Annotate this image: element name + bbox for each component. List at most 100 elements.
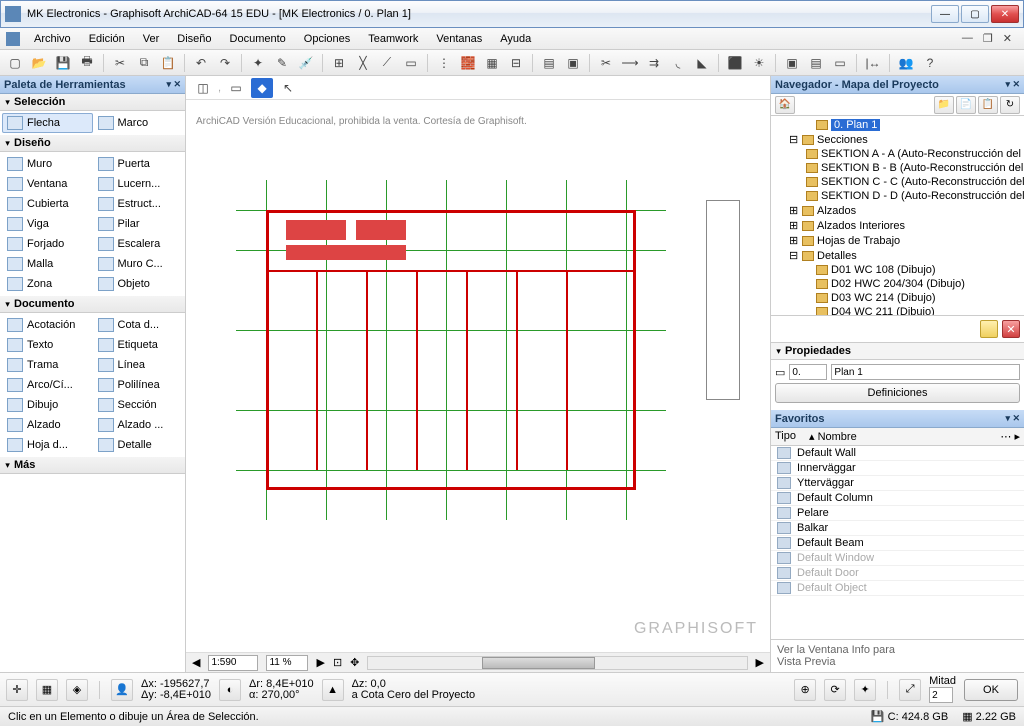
edit-mode-button[interactable]: ◆ bbox=[251, 78, 273, 98]
tool-acotacin[interactable]: Acotación bbox=[2, 315, 93, 335]
tool-flecha[interactable]: Flecha bbox=[2, 113, 93, 133]
nav-publisher[interactable]: 📋 bbox=[978, 96, 998, 114]
tool-forjado[interactable]: Forjado bbox=[2, 234, 93, 254]
favorite-item[interactable]: Default Object bbox=[771, 581, 1024, 596]
menu-ayuda[interactable]: Ayuda bbox=[492, 31, 539, 47]
tool-polilnea[interactable]: Polilínea bbox=[93, 375, 184, 395]
story-button[interactable]: ▤ bbox=[805, 53, 827, 73]
relative-button[interactable]: ⟳ bbox=[824, 679, 846, 701]
constraint-button[interactable]: ⋮ bbox=[433, 53, 455, 73]
tool-arcoc[interactable]: Arco/Cí... bbox=[2, 375, 93, 395]
view-button[interactable]: ▣ bbox=[781, 53, 803, 73]
h-scrollbar[interactable] bbox=[367, 656, 747, 670]
tree-item[interactable]: ⊞Alzados bbox=[775, 203, 1020, 218]
snap-button[interactable]: ⊞ bbox=[328, 53, 350, 73]
tree-item[interactable]: SEKTION B - B (Auto-Reconstrucción del bbox=[775, 161, 1020, 175]
pan-button[interactable]: ✥ bbox=[350, 656, 359, 669]
undo-button[interactable]: ↶ bbox=[190, 53, 212, 73]
expand-icon[interactable]: ⊟ bbox=[789, 249, 799, 262]
menu-teamwork[interactable]: Teamwork bbox=[360, 31, 426, 47]
col-more[interactable]: ⋯ ▸ bbox=[1000, 430, 1020, 443]
tree-item[interactable]: D01 WC 108 (Dibujo) bbox=[775, 263, 1020, 277]
palette-section[interactable]: Selección bbox=[0, 94, 185, 111]
magic-wand-button[interactable]: ✦ bbox=[247, 53, 269, 73]
info-coord-button[interactable]: ✛ bbox=[6, 679, 28, 701]
scroll-right[interactable]: ▶ bbox=[756, 656, 764, 669]
print-button[interactable]: 🖶 bbox=[76, 53, 98, 73]
tree-item[interactable]: ⊟Detalles bbox=[775, 248, 1020, 263]
layer-button[interactable]: ▤ bbox=[538, 53, 560, 73]
favorite-item[interactable]: Default Door bbox=[771, 566, 1024, 581]
3d-button[interactable]: ⬛ bbox=[724, 53, 746, 73]
guide-button[interactable]: ⟋ bbox=[376, 53, 398, 73]
mdi-restore[interactable]: ❐ bbox=[983, 32, 993, 45]
cut-button[interactable]: ✂ bbox=[109, 53, 131, 73]
tool-dibujo[interactable]: Dibujo bbox=[2, 395, 93, 415]
tool-objeto[interactable]: Objeto bbox=[93, 274, 184, 294]
favorite-item[interactable]: Default Wall bbox=[771, 446, 1024, 461]
navigator-tree[interactable]: 0. Plan 1⊟SeccionesSEKTION A - A (Auto-R… bbox=[771, 116, 1024, 316]
col-name[interactable]: ▴ Nombre bbox=[809, 430, 1000, 443]
zoom-ratio-input[interactable] bbox=[208, 655, 258, 671]
favorite-item[interactable]: Innerväggar bbox=[771, 461, 1024, 476]
tool-trama[interactable]: Trama bbox=[2, 355, 93, 375]
tree-item[interactable]: ⊟Secciones bbox=[775, 132, 1020, 147]
tool-ventana[interactable]: Ventana bbox=[2, 174, 93, 194]
gravity-button[interactable]: ⊕ bbox=[794, 679, 816, 701]
properties-header[interactable]: Propiedades bbox=[771, 343, 1024, 360]
tool-pilar[interactable]: Pilar bbox=[93, 214, 184, 234]
extend-button[interactable]: ⟶ bbox=[619, 53, 641, 73]
paste-button[interactable]: 📋 bbox=[157, 53, 179, 73]
tool-viga[interactable]: Viga bbox=[2, 214, 93, 234]
marquee-button[interactable]: ◫ bbox=[192, 78, 214, 98]
tool-estruct[interactable]: Estruct... bbox=[93, 194, 184, 214]
nav-layout-book[interactable]: 📄 bbox=[956, 96, 976, 114]
expand-icon[interactable]: ⊟ bbox=[789, 133, 799, 146]
nav-mode-button[interactable]: ▭ bbox=[225, 78, 247, 98]
tool-cotad[interactable]: Cota d... bbox=[93, 315, 184, 335]
expand-icon[interactable]: ⊞ bbox=[789, 234, 799, 247]
menu-documento[interactable]: Documento bbox=[222, 31, 294, 47]
menu-ventanas[interactable]: Ventanas bbox=[428, 31, 490, 47]
tool-lnea[interactable]: Línea bbox=[93, 355, 184, 375]
new-button[interactable]: ▢ bbox=[4, 53, 26, 73]
menu-diseño[interactable]: Diseño bbox=[169, 31, 219, 47]
expand-icon[interactable]: ⊞ bbox=[789, 219, 799, 232]
tool-seccin[interactable]: Sección bbox=[93, 395, 184, 415]
palette-section[interactable]: Diseño bbox=[0, 135, 185, 152]
palette-close[interactable]: ▾ ✕ bbox=[166, 79, 181, 90]
syringe-button[interactable]: 💉 bbox=[295, 53, 317, 73]
trim-button[interactable]: ✂ bbox=[595, 53, 617, 73]
plan-id-input[interactable] bbox=[789, 364, 827, 380]
nav-view-map[interactable]: 📁 bbox=[934, 96, 954, 114]
favorites-columns[interactable]: Tipo ▴ Nombre ⋯ ▸ bbox=[771, 428, 1024, 446]
favorite-item[interactable]: Default Column bbox=[771, 491, 1024, 506]
tool-etiqueta[interactable]: Etiqueta bbox=[93, 335, 184, 355]
tree-item[interactable]: SEKTION D - D (Auto-Reconstrucción del bbox=[775, 189, 1020, 203]
tool-alzado[interactable]: Alzado ... bbox=[93, 415, 184, 435]
tree-item[interactable]: ⊞Alzados Interiores bbox=[775, 218, 1020, 233]
zoom-out[interactable]: ◀ bbox=[192, 656, 200, 669]
tree-item[interactable]: SEKTION A - A (Auto-Reconstrucción del bbox=[775, 147, 1020, 161]
favorite-item[interactable]: Default Beam bbox=[771, 536, 1024, 551]
tool-muroc[interactable]: Muro C... bbox=[93, 254, 184, 274]
nav-project-map[interactable]: 🏠 bbox=[775, 96, 795, 114]
favorite-item[interactable]: Pelare bbox=[771, 506, 1024, 521]
mdi-close[interactable]: ✕ bbox=[1003, 32, 1012, 45]
tool-detalle[interactable]: Detalle bbox=[93, 435, 184, 455]
info-user-button[interactable]: 👤 bbox=[111, 679, 133, 701]
tool-puerta[interactable]: Puerta bbox=[93, 154, 184, 174]
close-button[interactable]: ✕ bbox=[991, 5, 1019, 23]
ruler-button[interactable]: ▭ bbox=[400, 53, 422, 73]
col-type[interactable]: Tipo bbox=[775, 430, 809, 443]
zoom-in[interactable]: ▶ bbox=[316, 656, 324, 669]
group-button[interactable]: ▣ bbox=[562, 53, 584, 73]
fillet-button[interactable]: ◟ bbox=[667, 53, 689, 73]
drawing-canvas[interactable]: ArchiCAD Versión Educacional, prohibida … bbox=[186, 100, 770, 652]
tool-marco[interactable]: Marco bbox=[93, 113, 184, 133]
favorite-item[interactable]: Default Window bbox=[771, 551, 1024, 566]
section-marker-button[interactable]: ▭ bbox=[829, 53, 851, 73]
tool-zona[interactable]: Zona bbox=[2, 274, 93, 294]
eyedropper-button[interactable]: ✎ bbox=[271, 53, 293, 73]
tree-item[interactable]: ⊞Hojas de Trabajo bbox=[775, 233, 1020, 248]
